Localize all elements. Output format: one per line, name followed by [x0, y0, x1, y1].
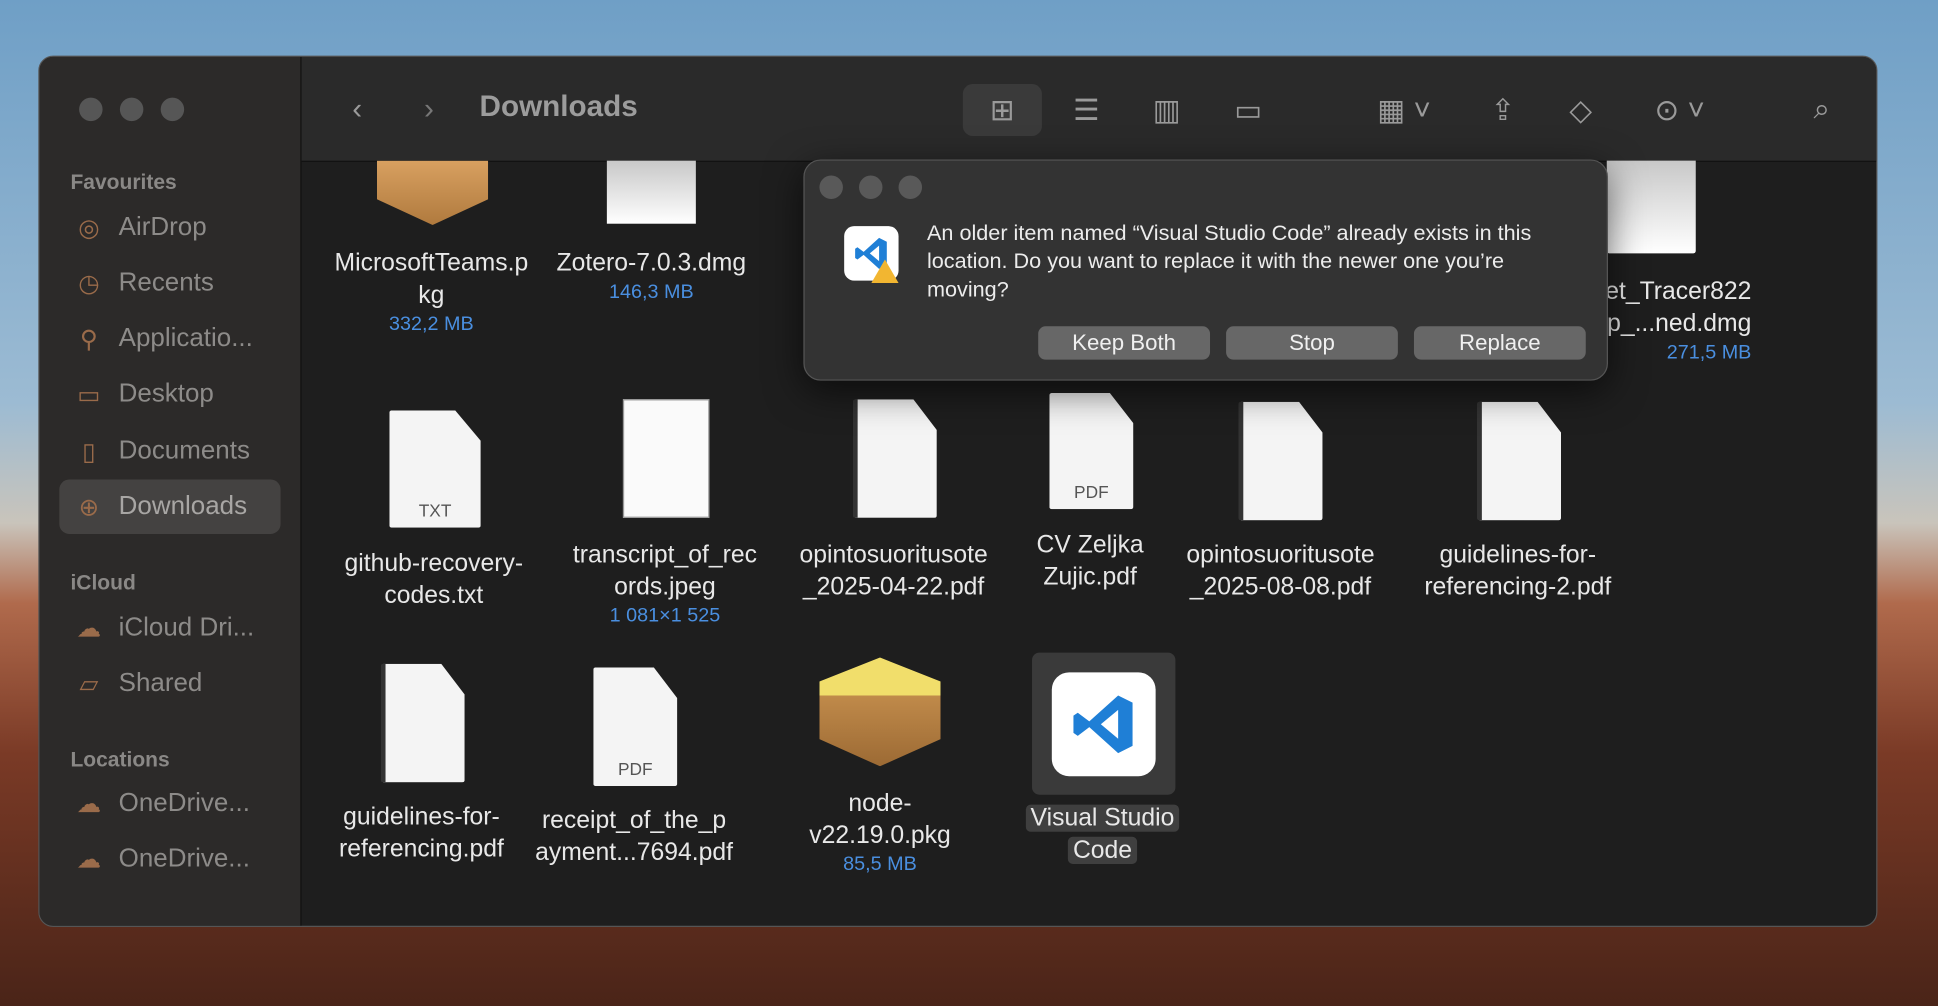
pdf-thumbnail-icon — [380, 663, 465, 783]
list-icon: ☰ — [1073, 93, 1100, 127]
window-title: Downloads — [479, 90, 638, 124]
chevron-right-icon: › — [423, 92, 434, 127]
sidebar-item-applications[interactable]: ⚲ Applicatio... — [59, 311, 280, 365]
sidebar-item-shared[interactable]: ▱ Shared — [59, 656, 280, 710]
search-button[interactable]: ⌕ — [1797, 84, 1846, 136]
close-button[interactable] — [79, 97, 103, 122]
dialog-close-button — [819, 175, 843, 199]
file-item[interactable]: opintosuoritusote _2025-04-22.pdf — [782, 539, 1004, 603]
back-button[interactable]: ‹ — [339, 84, 376, 136]
file-item[interactable]: opintosuoritusote _2025-08-08.pdf — [1169, 539, 1391, 603]
sidebar-item-icloud-drive[interactable]: ☁ iCloud Dri... — [59, 601, 280, 655]
applications-icon: ⚲ — [79, 325, 99, 353]
search-icon: ⌕ — [1813, 92, 1831, 127]
columns-icon: ▥ — [1152, 93, 1181, 127]
file-item[interactable]: receipt_of_the_p ayment...7694.pdf — [523, 805, 745, 869]
keep-both-button[interactable]: Keep Both — [1038, 326, 1211, 360]
airdrop-icon: ◎ — [78, 214, 100, 242]
zoom-button[interactable] — [160, 97, 185, 122]
toolbar: ‹ › Downloads ⊞ ☰ ▥ ▭ ▦ ˅ ⇪ ◇ ⊙ ˅ ⌕ — [301, 56, 1877, 162]
file-item[interactable]: transcript_of_rec ords.jpeg 1 081×1 525 — [554, 539, 776, 630]
sidebar-item-downloads[interactable]: ⊕ Downloads — [59, 479, 281, 534]
sidebar-item-recents[interactable]: ◷ Recents — [59, 256, 280, 310]
document-icon: ▯ — [82, 438, 96, 466]
dialog-zoom-button — [898, 175, 923, 199]
vscode-app-icon — [1051, 672, 1156, 777]
disk-image-icon — [1606, 160, 1696, 254]
column-view-button[interactable]: ▥ — [1142, 84, 1191, 136]
text-file-icon: TXT — [389, 410, 481, 528]
section-favourites: Favourites — [70, 170, 177, 195]
sidebar-item-airdrop[interactable]: ◎ AirDrop — [59, 200, 280, 254]
disk-image-icon — [606, 160, 696, 224]
file-item-selected[interactable]: Visual Studio Code — [991, 802, 1213, 866]
sidebar-item-onedrive-2[interactable]: ☁ OneDrive... — [59, 832, 280, 886]
file-item[interactable]: CV Zeljka Zujic.pdf — [979, 529, 1201, 593]
desktop-icon: ▭ — [77, 381, 101, 409]
gallery-view-button[interactable]: ▭ — [1224, 84, 1273, 136]
tag-icon: ◇ — [1569, 93, 1593, 127]
dialog-message: An older item named “Visual Studio Code”… — [926, 220, 1532, 302]
selection-highlight — [1032, 652, 1176, 795]
pdf-thumbnail-icon — [1476, 401, 1562, 521]
tags-button[interactable]: ◇ — [1556, 84, 1605, 136]
clock-icon: ◷ — [78, 270, 100, 298]
ellipsis-circle-icon: ⊙ ˅ — [1654, 93, 1705, 127]
pdf-thumbnail-icon — [1238, 401, 1323, 521]
share-button[interactable]: ⇪ — [1478, 84, 1527, 136]
shared-folder-icon: ▱ — [79, 670, 99, 698]
minimize-button[interactable] — [119, 97, 144, 122]
file-item[interactable]: Zotero-7.0.3.dmg 146,3 MB — [540, 247, 762, 306]
share-icon: ⇪ — [1490, 93, 1516, 127]
cloud-icon: ☁ — [76, 790, 102, 818]
icon-view-button[interactable]: ⊞ — [962, 84, 1042, 136]
file-item[interactable]: MicrosoftTeams.p kg 332,2 MB — [320, 247, 542, 338]
file-item[interactable]: guidelines-for-referencing-2.pdf — [1407, 539, 1629, 603]
replace-dialog: An older item named “Visual Studio Code”… — [803, 159, 1608, 381]
warning-icon — [871, 259, 899, 284]
section-locations: Locations — [70, 747, 170, 772]
dialog-minimize-button — [858, 175, 883, 199]
grid-icon: ⊞ — [989, 93, 1015, 127]
replace-button[interactable]: Replace — [1413, 326, 1586, 360]
list-view-button[interactable]: ☰ — [1062, 84, 1111, 136]
chevron-left-icon: ‹ — [352, 92, 363, 127]
group-button[interactable]: ▦ ˅ — [1367, 84, 1441, 136]
forward-button[interactable]: › — [410, 84, 447, 136]
sidebar-item-onedrive-1[interactable]: ☁ OneDrive... — [59, 776, 280, 830]
gallery-icon: ▭ — [1234, 93, 1263, 127]
file-item[interactable]: node-v22.19.0.pkg 85,5 MB — [769, 787, 991, 878]
group-grid-chevron-icon: ▦ ˅ — [1377, 93, 1431, 127]
image-thumbnail-icon — [622, 399, 710, 518]
section-icloud: iCloud — [70, 571, 136, 595]
file-item[interactable]: github-recovery-codes.txt — [323, 548, 545, 612]
sidebar-item-documents[interactable]: ▯ Documents — [59, 424, 280, 478]
pdf-icon: PDF — [1049, 393, 1134, 510]
file-item[interactable]: guidelines-for-referencing.pdf — [310, 801, 532, 865]
stop-button[interactable]: Stop — [1226, 326, 1398, 360]
more-actions-button[interactable]: ⊙ ˅ — [1643, 84, 1717, 136]
cloud-icon: ☁ — [76, 846, 102, 874]
download-icon: ⊕ — [78, 493, 100, 521]
sidebar: Favourites ◎ AirDrop ◷ Recents ⚲ Applicatio… — [39, 56, 302, 926]
pdf-icon: PDF — [593, 667, 678, 787]
sidebar-item-desktop[interactable]: ▭ Desktop — [59, 367, 280, 421]
pdf-thumbnail-icon — [852, 399, 937, 518]
cloud-icon: ☁ — [76, 614, 102, 643]
